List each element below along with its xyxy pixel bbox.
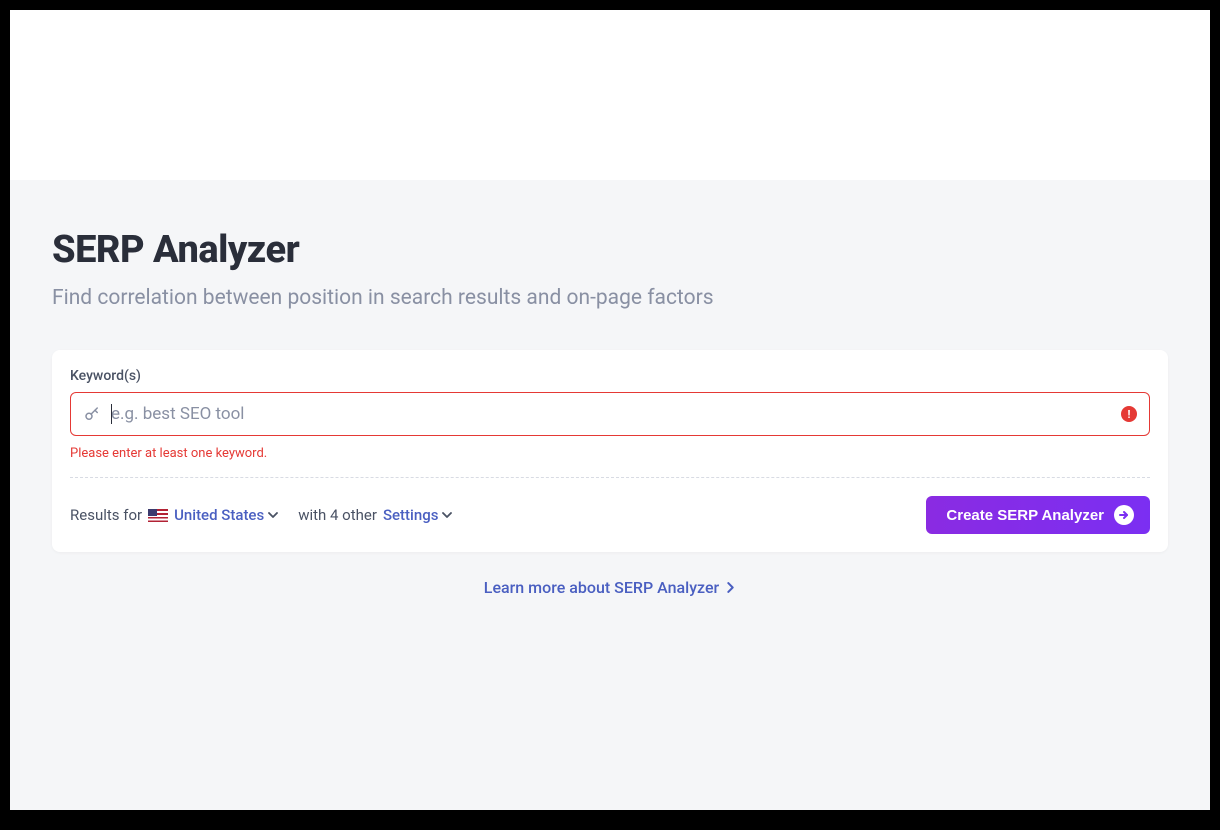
settings-dropdown[interactable]: Settings xyxy=(383,506,453,524)
learn-more-label: Learn more about SERP Analyzer xyxy=(484,578,719,597)
text-cursor xyxy=(111,404,112,424)
results-for-label: Results for xyxy=(70,506,142,524)
with-text: with 4 other xyxy=(298,506,377,524)
create-serp-analyzer-button[interactable]: Create SERP Analyzer xyxy=(926,496,1150,534)
chevron-down-icon xyxy=(442,510,452,520)
settings-label: Settings xyxy=(383,506,439,524)
us-flag-icon xyxy=(148,509,168,522)
keyword-input-wrap[interactable]: ! xyxy=(70,392,1150,436)
learn-more-link[interactable]: Learn more about SERP Analyzer xyxy=(484,578,736,597)
error-icon: ! xyxy=(1121,406,1137,422)
settings-row: Results for United States with 4 other S… xyxy=(70,506,452,524)
arrow-right-circle-icon xyxy=(1114,505,1134,525)
page-subtitle: Find correlation between position in sea… xyxy=(52,286,1168,310)
keyword-input[interactable] xyxy=(111,404,1111,424)
key-icon xyxy=(83,405,101,423)
error-message: Please enter at least one keyword. xyxy=(70,446,1150,461)
country-name: United States xyxy=(174,506,264,524)
chevron-right-icon xyxy=(725,582,736,593)
keyword-label: Keyword(s) xyxy=(70,368,1150,384)
divider xyxy=(70,477,1150,478)
create-button-label: Create SERP Analyzer xyxy=(946,507,1104,524)
search-card: Keyword(s) ! Please enter at least one k… xyxy=(52,350,1168,552)
page-title: SERP Analyzer xyxy=(52,228,1168,272)
country-dropdown[interactable]: United States xyxy=(148,506,278,524)
chevron-down-icon xyxy=(268,510,278,520)
